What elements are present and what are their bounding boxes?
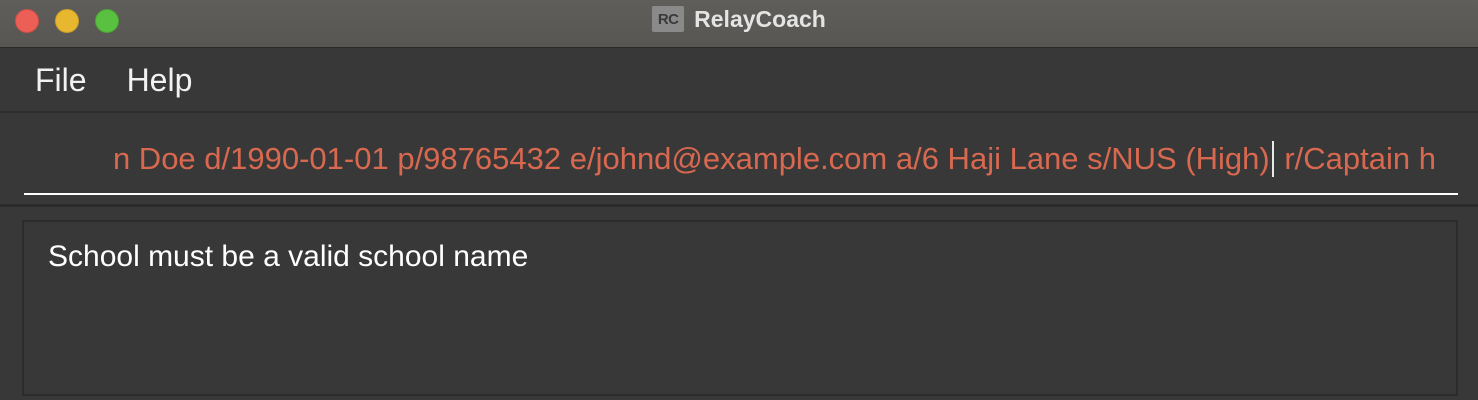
menu-help[interactable]: Help (127, 62, 193, 99)
result-message: School must be a valid school name (48, 240, 529, 273)
title-bar[interactable]: RC RelayCoach (0, 0, 1478, 48)
menu-file[interactable]: File (35, 62, 87, 99)
command-text-before-caret: n Doe d/1990-01-01 p/98765432 e/johnd@ex… (112, 141, 1270, 176)
command-input[interactable]: n Doe d/1990-01-01 p/98765432 e/johnd@ex… (24, 115, 1458, 195)
window-title: RelayCoach (694, 5, 826, 32)
text-caret (1271, 141, 1274, 177)
menu-bar: File Help (0, 49, 1478, 113)
command-text: n Doe d/1990-01-01 p/98765432 e/johnd@ex… (113, 141, 1436, 177)
command-box-container: n Doe d/1990-01-01 p/98765432 e/johnd@ex… (0, 115, 1478, 207)
command-text-after-caret: r/Captain h (1275, 141, 1436, 176)
app-window: RC RelayCoach File Help n Doe d/1990-01-… (0, 0, 1478, 400)
window-title-group: RC RelayCoach (0, 0, 1478, 38)
result-display[interactable]: School must be a valid school name (22, 220, 1458, 396)
app-logo-icon: RC (652, 6, 685, 32)
